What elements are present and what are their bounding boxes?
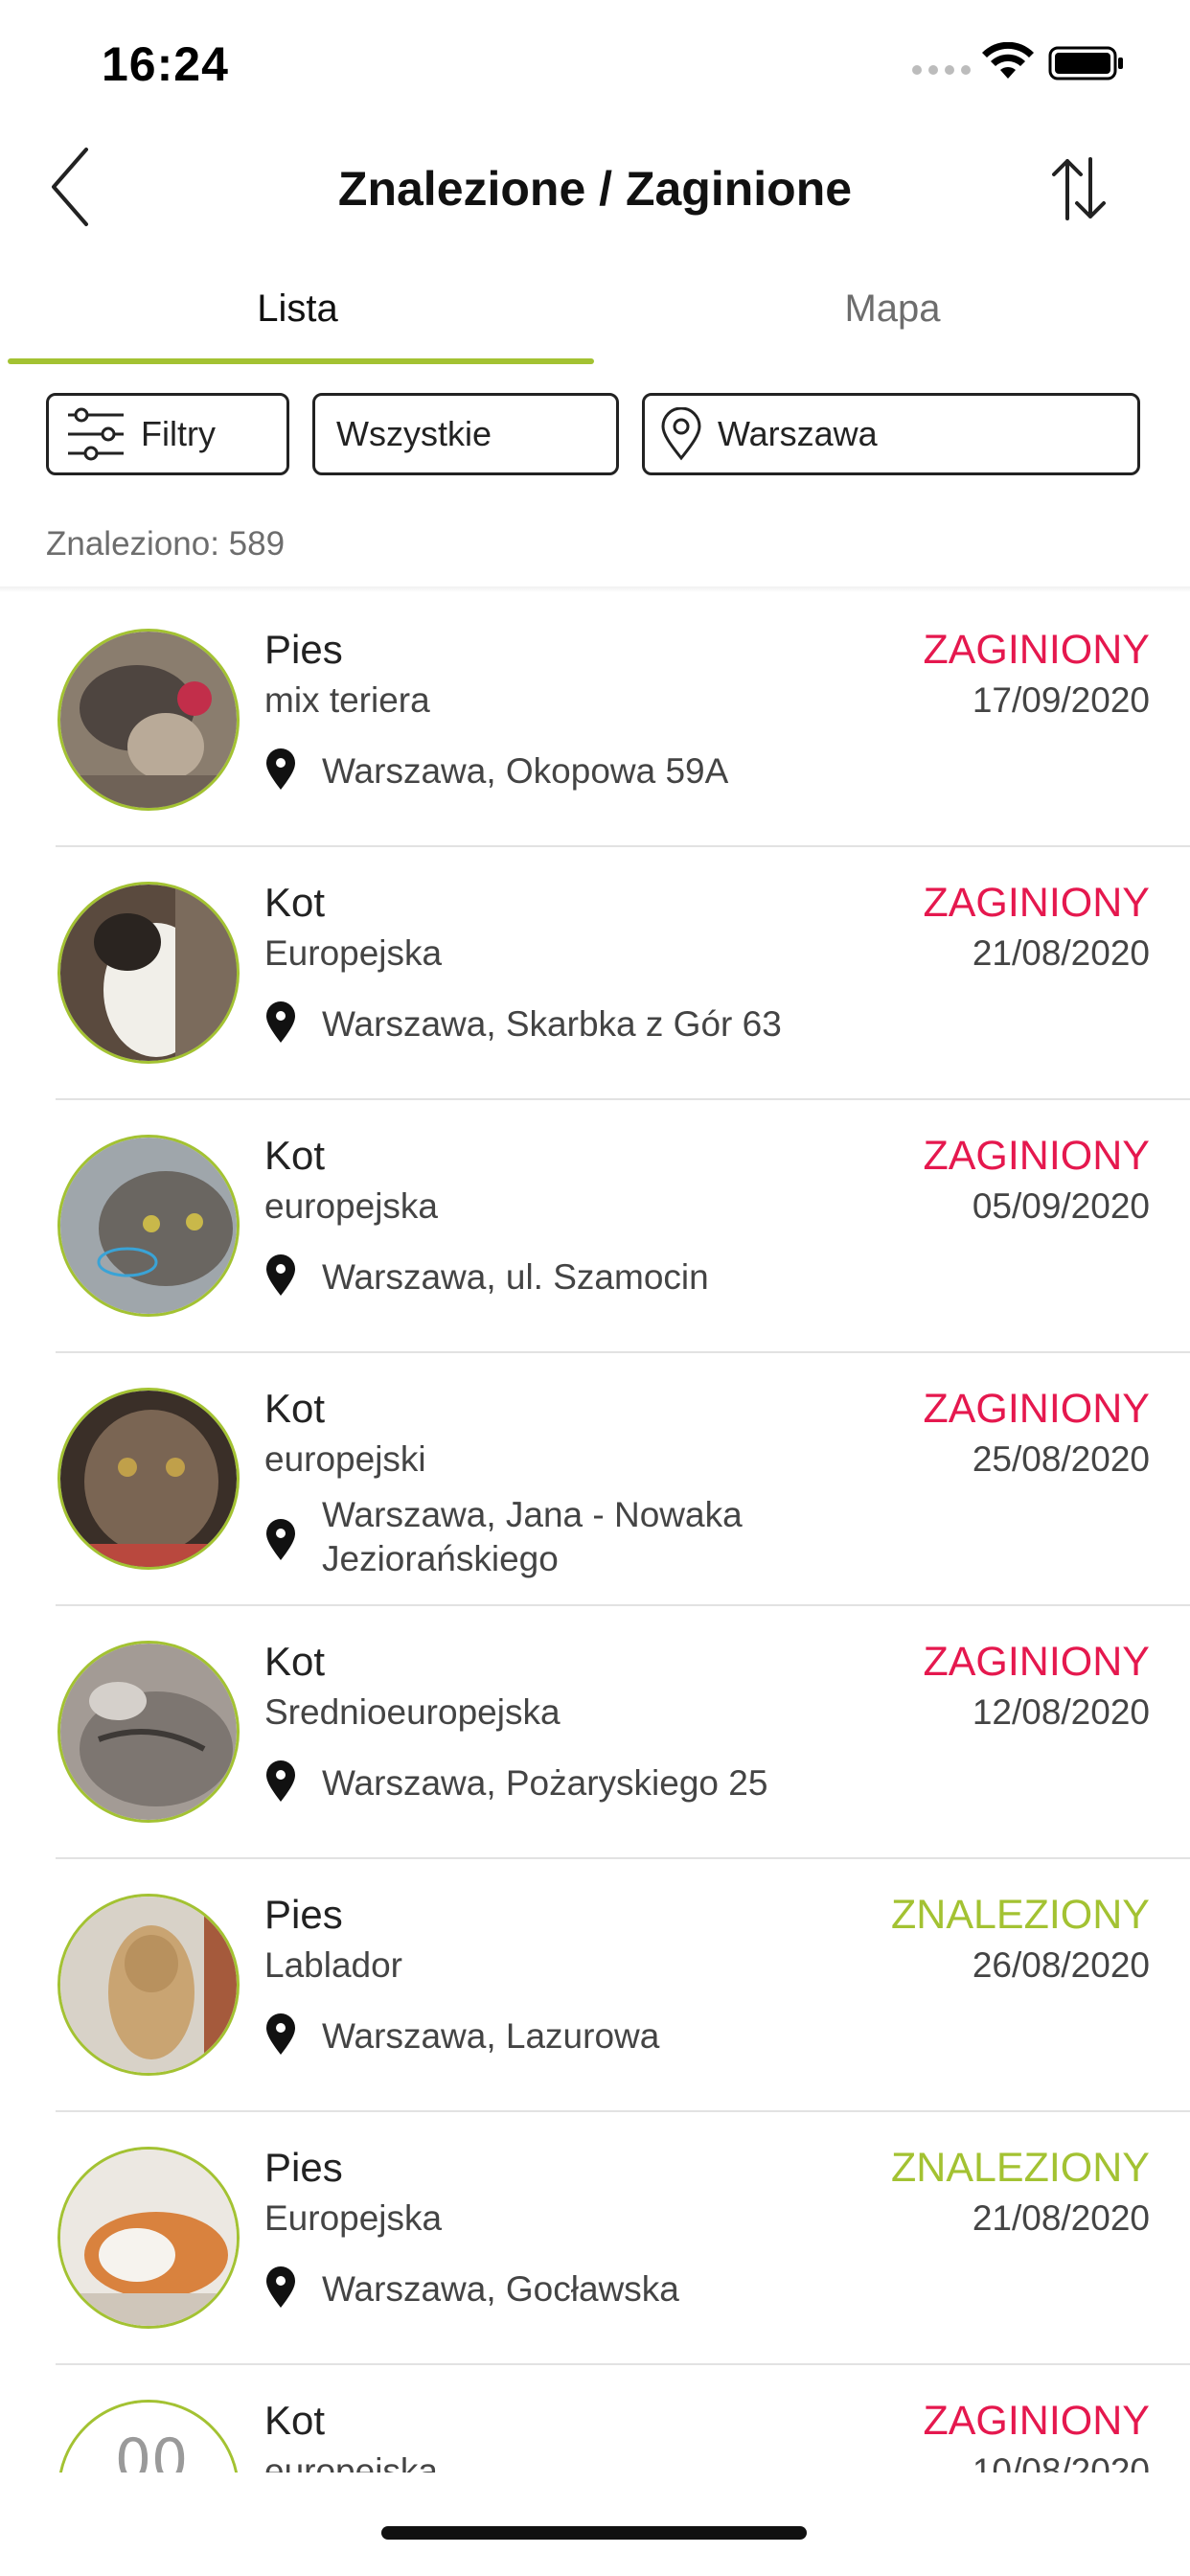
pet-photo — [57, 1388, 240, 1570]
status-badge: ZAGINIONY — [923, 880, 1150, 926]
pet-breed: Europejska — [264, 933, 443, 973]
cellular-signal-icon — [912, 65, 971, 75]
pet-address: Warszawa, Skarbka z Gór 63 — [322, 1004, 782, 1044]
pet-species: Pies — [264, 2145, 343, 2190]
location-pin-icon — [266, 1760, 295, 1802]
status-badge: ZNALEZIONY — [891, 1892, 1150, 1938]
list-item[interactable]: Kot europejska Warszawa, ul. Szamocin ZA… — [0, 1100, 1190, 1353]
pet-breed: europejska — [264, 1186, 439, 1226]
results-list: Pies mix teriera Warszawa, Okopowa 59A Z… — [0, 594, 1190, 2472]
pet-species: Kot — [264, 2398, 326, 2443]
list-item[interactable]: Kot Srednioeuropejska Warszawa, Pożarysk… — [0, 1606, 1190, 1859]
location-pin-icon — [266, 1519, 295, 1560]
sort-icon[interactable] — [1048, 155, 1110, 222]
pet-photo — [57, 1894, 240, 2076]
status-badge: ZAGINIONY — [923, 1133, 1150, 1179]
status-badge: ZAGINIONY — [923, 1386, 1150, 1432]
status-badge: ZAGINIONY — [923, 2398, 1150, 2444]
pet-species: Pies — [264, 1892, 343, 1937]
divider — [0, 586, 1190, 592]
location-pin-icon — [266, 748, 295, 790]
location-pin-icon — [661, 407, 701, 461]
location-pin-icon — [266, 1001, 295, 1043]
type-select-value: Wszystkie — [336, 414, 492, 453]
report-date: 25/08/2020 — [972, 1439, 1150, 1479]
report-date: 12/08/2020 — [972, 1692, 1150, 1732]
tab-lista[interactable]: Lista — [0, 288, 595, 331]
pet-address: Warszawa, Lazurowa — [322, 2016, 660, 2056]
pet-photo — [57, 1641, 240, 1823]
page-title: Znalezione / Zaginione — [337, 162, 853, 216]
pet-species: Kot — [264, 1133, 326, 1178]
svg-text:00: 00 — [115, 2426, 188, 2472]
active-tab-indicator — [8, 358, 594, 364]
list-item[interactable]: Pies Europejska Warszawa, Gocławska ZNAL… — [0, 2112, 1190, 2365]
tab-mapa[interactable]: Mapa — [595, 288, 1190, 331]
navigation-bar: Znalezione / Zaginione — [0, 125, 1190, 259]
status-badge: ZAGINIONY — [923, 627, 1150, 673]
filters-label: Filtry — [141, 414, 216, 453]
pet-address: Warszawa, Jana - Nowaka Jeziorańskiego — [322, 1495, 743, 1578]
location-field[interactable]: Warszawa — [642, 393, 1140, 475]
list-item[interactable]: 00 Kot europejska ZAGINIONY 10/08/2020 — [0, 2365, 1190, 2472]
pet-photo-placeholder: 00 — [57, 2400, 240, 2472]
pet-species: Kot — [264, 880, 326, 925]
segment-tabs: Lista Mapa — [0, 270, 1190, 366]
list-item[interactable]: Pies mix teriera Warszawa, Okopowa 59A Z… — [0, 594, 1190, 847]
list-item[interactable]: Pies Lablador Warszawa, Lazurowa ZNALEZI… — [0, 1859, 1190, 2112]
pet-photo — [57, 882, 240, 1064]
pet-breed: mix teriera — [264, 680, 430, 720]
status-bar: 16:24 — [0, 0, 1190, 125]
pet-photo — [57, 2147, 240, 2329]
results-count: Znaleziono: 589 — [46, 525, 286, 563]
pet-address: Warszawa, Gocławska — [322, 2269, 679, 2309]
report-date: 10/08/2020 — [972, 2451, 1150, 2472]
wifi-icon — [982, 42, 1034, 79]
pet-species: Kot — [264, 1639, 326, 1684]
pet-breed: europejski — [264, 1439, 426, 1479]
report-date: 21/08/2020 — [972, 933, 1150, 973]
list-item[interactable]: Kot europejski Warszawa, Jana - Nowaka J… — [0, 1353, 1190, 1606]
pet-breed: Europejska — [264, 2198, 443, 2238]
list-item[interactable]: Kot Europejska Warszawa, Skarbka z Gór 6… — [0, 847, 1190, 1100]
location-pin-icon — [266, 2013, 295, 2055]
pet-address: Warszawa, ul. Szamocin — [322, 1257, 709, 1297]
status-badge: ZNALEZIONY — [891, 2145, 1150, 2191]
report-date: 17/09/2020 — [972, 680, 1150, 720]
report-date: 05/09/2020 — [972, 1186, 1150, 1226]
status-time: 16:24 — [102, 37, 229, 91]
filters-button[interactable]: Filtry — [46, 393, 289, 475]
pet-breed: Lablador — [264, 1945, 403, 1985]
pet-species: Kot — [264, 1386, 326, 1431]
filter-bar: Filtry Wszystkie Warszawa — [0, 393, 1190, 479]
pet-species: Pies — [264, 627, 343, 672]
home-indicator — [381, 2526, 807, 2540]
location-pin-icon — [266, 1254, 295, 1296]
type-select[interactable]: Wszystkie — [312, 393, 619, 475]
pet-photo — [57, 1135, 240, 1317]
pet-photo — [57, 629, 240, 811]
sliders-icon — [68, 407, 124, 461]
battery-icon — [1048, 46, 1123, 80]
status-badge: ZAGINIONY — [923, 1639, 1150, 1685]
pet-address: Warszawa, Pożaryskiego 25 — [322, 1763, 768, 1803]
report-date: 26/08/2020 — [972, 1945, 1150, 1985]
location-value: Warszawa — [718, 414, 878, 453]
location-pin-icon — [266, 2266, 295, 2308]
pet-breed: europejska — [264, 2451, 439, 2472]
pet-breed: Srednioeuropejska — [264, 1692, 561, 1732]
pet-address: Warszawa, Okopowa 59A — [322, 751, 729, 791]
report-date: 21/08/2020 — [972, 2198, 1150, 2238]
